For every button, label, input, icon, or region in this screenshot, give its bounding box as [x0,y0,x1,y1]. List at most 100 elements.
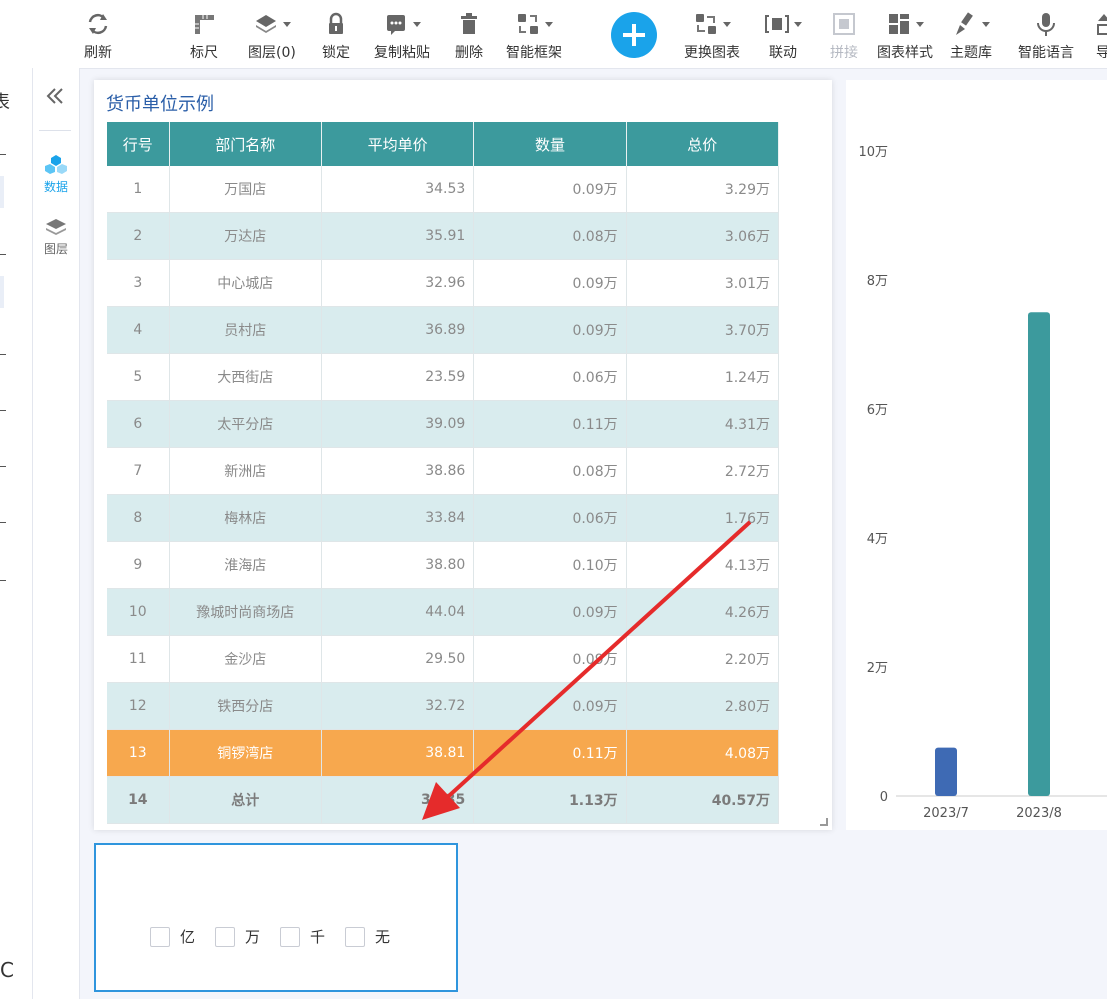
nav-item-layers[interactable]: 图层 [33,218,79,257]
delete-button[interactable]: 删除 [455,10,483,64]
table-cell: 4 [107,306,170,354]
table-cell: 3.29万 [626,166,780,213]
upload-icon [1096,10,1107,38]
table-cell: 新洲店 [169,447,322,495]
column-header[interactable]: 平均单价 [321,122,475,166]
table-row[interactable]: 2 万达店 35.91 0.08万 3.06万 [107,212,780,260]
table-cell: 万国店 [169,166,322,213]
table-cell: 38.81 [321,729,475,777]
refresh-button[interactable]: 刷新 [84,10,112,64]
add-component-button[interactable] [611,12,657,58]
y-tick-label: 4万 [867,532,888,547]
table-row[interactable]: 9 淮海店 38.80 0.10万 4.13万 [107,541,780,589]
checkbox-box[interactable] [345,926,366,947]
table-cell: 0.11万 [473,729,627,777]
table-cell: 4.26万 [626,588,780,636]
ruler-button[interactable]: 标尺 [190,10,218,64]
table-total-cell: 总计 [169,776,322,824]
smart-frame-icon [515,10,553,38]
table-cell: 0.06万 [473,494,627,542]
layers-label: 图层(0) [248,45,296,61]
table-row[interactable]: 6 太平分店 39.09 0.11万 4.31万 [107,400,780,448]
bar-chart: 0 2万 4万 6万 8万 10万 2023/7 2023/8 [858,145,1107,821]
table-cell: 4.31万 [626,400,780,448]
unit-checkbox[interactable]: 无 [345,926,390,947]
chevron-down-icon [282,21,291,27]
export-button[interactable]: 导 [1096,10,1107,64]
table-cell: 3 [107,259,170,307]
table-header-row: 行号 部门名称 平均单价 数量 总价 [107,122,780,166]
table-cell: 39.09 [321,400,475,448]
checkbox-box[interactable] [280,926,301,947]
table-cell: 1.24万 [626,353,780,401]
delete-label: 删除 [455,45,483,61]
chart-style-button[interactable]: 图表样式 [877,10,933,64]
table-cell: 32.96 [321,259,475,307]
smart-language-button[interactable]: 智能语言 [1018,10,1074,64]
switch-chart-button[interactable]: 更换图表 [684,10,740,64]
table-cell: 豫城时尚商场店 [169,588,322,636]
bar[interactable] [1028,312,1050,796]
chevron-down-icon [723,21,731,27]
unit-checkbox-group: 亿万千无 [150,926,410,947]
table-cell: 万达店 [169,212,322,260]
table-row[interactable]: 4 员村店 36.89 0.09万 3.70万 [107,306,780,354]
table-widget[interactable]: 货币单位示例 行号 部门名称 平均单价 数量 总价 1 万国店 34.53 0.09万… [94,80,832,830]
nav-item-data[interactable]: 数据 [33,154,79,195]
column-header[interactable]: 行号 [107,122,170,166]
table-cell: 36.89 [321,306,475,354]
column-header[interactable]: 总价 [626,122,780,166]
unit-checkbox[interactable]: 千 [280,926,325,947]
splice-button[interactable]: 拼接 [830,10,858,64]
checkbox-box[interactable] [215,926,236,947]
y-tick-label: 0 [880,790,888,805]
table-row[interactable]: 8 梅林店 33.84 0.06万 1.76万 [107,494,780,542]
table-cell: 6 [107,400,170,448]
table-row[interactable]: 7 新洲店 38.86 0.08万 2.72万 [107,447,780,495]
table-cell: 0.10万 [473,541,627,589]
table-cell: 2.20万 [626,635,780,683]
unit-checkbox[interactable]: 万 [215,926,260,947]
layers-button[interactable]: 图层(0) [248,10,296,64]
bar[interactable] [935,747,957,796]
copy-paste-button[interactable]: 复制粘贴 [374,10,430,64]
table-row[interactable]: 12 铁西分店 32.72 0.09万 2.80万 [107,682,780,730]
nav-divider [39,130,71,131]
y-tick-label: 2万 [867,661,888,676]
table-row[interactable]: 11 金沙店 29.50 0.09万 2.20万 [107,635,780,683]
refresh-label: 刷新 [84,45,112,61]
linkage-icon [764,10,802,38]
tree-mark [0,354,6,355]
table-cell: 0.09万 [473,682,627,730]
y-tick-label: 6万 [867,403,888,418]
linkage-button[interactable]: 联动 [764,10,802,64]
table-row[interactable]: 3 中心城店 32.96 0.09万 3.01万 [107,259,780,307]
chevron-down-icon [916,21,924,27]
table-cell: 9 [107,541,170,589]
ruler-label: 标尺 [190,45,218,61]
theme-library-button[interactable]: 主题库 [950,10,992,64]
table-cell: 0.08万 [473,212,627,260]
bar-chart-widget[interactable]: 0 2万 4万 6万 8万 10万 2023/7 2023/8 [846,80,1107,830]
column-header[interactable]: 数量 [473,122,627,166]
unit-checkbox[interactable]: 亿 [150,926,195,947]
checkbox-box[interactable] [150,926,170,947]
table-cell: 35.91 [321,212,475,260]
table-row[interactable]: 10 豫城时尚商场店 44.04 0.09万 4.26万 [107,588,780,636]
table-total-row: 14 总计 35.35 1.13万 40.57万 [107,776,780,824]
table-cell: 3.70万 [626,306,780,354]
lock-button[interactable]: 锁定 [322,10,350,64]
y-tick-label: 10万 [858,145,888,160]
table-cell: 金沙店 [169,635,322,683]
table-row[interactable]: 1 万国店 34.53 0.09万 3.29万 [107,166,780,213]
resize-handle[interactable] [820,818,828,826]
smart-frame-button[interactable]: 智能框架 [506,10,562,64]
collapse-double-chevron-icon[interactable] [45,86,65,110]
splice-label: 拼接 [830,45,858,61]
column-header[interactable]: 部门名称 [169,122,322,166]
table-cell: 12 [107,682,170,730]
table-row[interactable]: 5 大西街店 23.59 0.06万 1.24万 [107,353,780,401]
table-cell: 5 [107,353,170,401]
table-row[interactable]: 13 铜锣湾店 38.81 0.11万 4.08万 [107,729,780,777]
unit-filter-widget[interactable]: 亿万千无 [94,843,458,992]
